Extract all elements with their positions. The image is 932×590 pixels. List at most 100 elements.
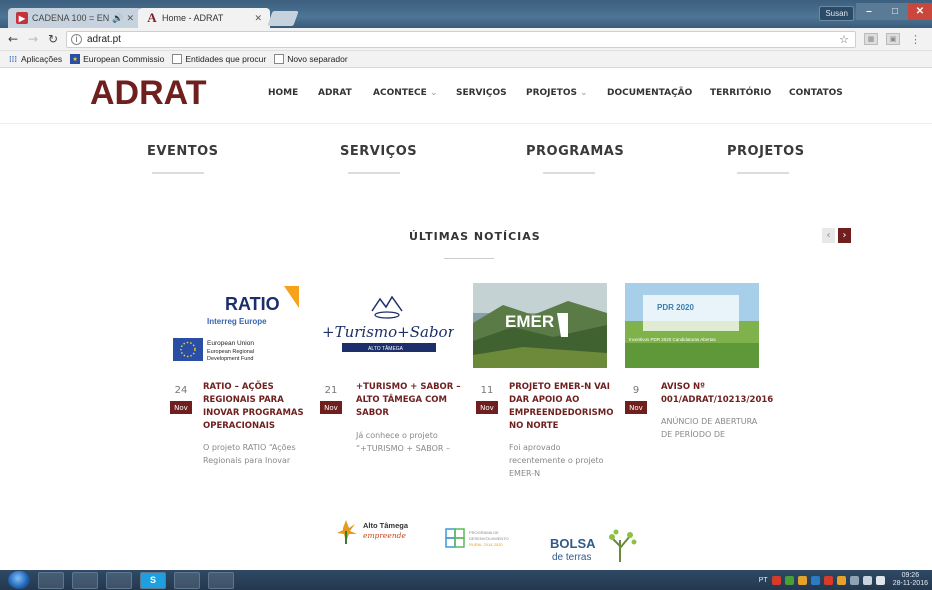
tab-label: Home - ADRAT: [162, 13, 224, 23]
news-thumbnail[interactable]: RATIO Interreg Europe European Union Eur…: [167, 283, 301, 368]
tray-app-icon[interactable]: [771, 575, 781, 585]
svg-text:European Regional: European Regional: [207, 349, 254, 355]
back-arrow-icon[interactable]: ←: [6, 32, 20, 46]
skype-icon[interactable]: S: [140, 571, 166, 589]
bookmark-star-icon[interactable]: ☆: [839, 33, 849, 46]
nav-contatos[interactable]: CONTATOS: [789, 88, 843, 98]
news-title[interactable]: AVISO Nº 001/ADRAT/10213/2016: [661, 381, 779, 407]
network-icon[interactable]: [849, 575, 859, 585]
media-player-icon[interactable]: [38, 571, 64, 589]
browser-menu-icon[interactable]: ⋮: [910, 33, 921, 46]
tray-app-icon[interactable]: [836, 575, 846, 585]
tab-close-icon[interactable]: ✕: [126, 13, 134, 24]
bookmark-novo-separador[interactable]: Novo separador: [274, 54, 348, 64]
tab-home-adrat[interactable]: A Home - ADRAT ✕: [138, 8, 270, 28]
reload-icon[interactable]: ↻: [46, 32, 60, 46]
tab-close-icon[interactable]: ✕: [254, 13, 262, 24]
nav-home[interactable]: HOME: [268, 88, 298, 98]
bookmark-label: Aplicações: [21, 54, 63, 64]
tray-app-icon[interactable]: [784, 575, 794, 585]
system-tray: PT 09:26 28-11-2016: [759, 570, 928, 590]
minimize-button[interactable]: –: [856, 3, 882, 20]
profile-button[interactable]: Susan: [819, 6, 854, 21]
adrat-logo[interactable]: ADRAT: [90, 74, 206, 113]
section-underline: [152, 172, 204, 174]
bookmark-label: Entidades que procur: [185, 54, 267, 64]
close-window-button[interactable]: ✕: [908, 3, 932, 20]
action-center-flag-icon[interactable]: [875, 575, 885, 585]
svg-text:RATIO: RATIO: [225, 294, 280, 314]
pdr-2020-logo[interactable]: PROGRAMA DE DESENVOLVIMENTO RURAL 2014-2…: [445, 523, 535, 551]
news-month-badge: Nov: [170, 401, 192, 414]
extension-icon[interactable]: ▣: [886, 33, 900, 45]
svg-text:BOLSA: BOLSA: [550, 536, 596, 551]
news-day: 9: [632, 385, 640, 396]
system-clock[interactable]: 09:26 28-11-2016: [893, 572, 928, 588]
news-thumbnail[interactable]: +Turismo+Sabor ALTO TÂMEGA: [320, 283, 454, 368]
chevron-down-icon: ⌄: [429, 88, 438, 98]
nav-projetos[interactable]: PROJETOS ⌄: [526, 88, 588, 98]
svg-text:Interreg Europe: Interreg Europe: [207, 317, 267, 326]
news-title[interactable]: RATIO – AÇÕES REGIONAIS PARA INOVAR PROG…: [203, 381, 315, 433]
nav-label: TERRITÓRIO: [710, 88, 772, 98]
svg-text:European Union: European Union: [207, 340, 254, 347]
news-thumbnail[interactable]: PDR 2020 Incentivos PDR 2020 Candidatura…: [625, 283, 759, 368]
tray-app-icon[interactable]: [810, 575, 820, 585]
nav-territorio[interactable]: TERRITÓRIO: [710, 88, 771, 98]
pdr-2020-logo-graphic: PROGRAMA DE DESENVOLVIMENTO RURAL 2014-2…: [445, 528, 509, 548]
extension-icon[interactable]: ▦: [864, 33, 878, 45]
bookmark-entidades[interactable]: Entidades que procur: [172, 54, 266, 64]
alto-tamega-empreende-logo[interactable]: Alto Tâmega empreende: [335, 516, 425, 546]
windows-start-button[interactable]: [8, 571, 30, 589]
windows-taskbar: S PT 09:26 28-11-2016: [0, 570, 932, 590]
section-eventos[interactable]: EVENTOS: [147, 144, 218, 159]
tab-label: CADENA 100 = EN I.: [32, 13, 110, 23]
nav-acontece[interactable]: ACONTECE ⌄: [373, 88, 437, 98]
url-text: adrat.pt: [87, 33, 121, 45]
carousel-prev-button[interactable]: ‹: [822, 228, 835, 243]
section-servicos[interactable]: SERVIÇOS: [340, 144, 417, 159]
new-tab-button[interactable]: [267, 11, 299, 26]
ratio-thumbnail-graphic: RATIO Interreg Europe European Union Eur…: [173, 286, 299, 362]
news-title[interactable]: PROJETO EMER-N VAI DAR APOIO AO EMPREEND…: [509, 381, 621, 433]
news-day: 24: [174, 385, 188, 396]
section-projetos[interactable]: PROJETOS: [727, 144, 805, 159]
bookmark-apps[interactable]: ⁞⁞⁞ Aplicações: [8, 54, 62, 64]
nav-adrat[interactable]: ADRAT: [318, 88, 352, 98]
address-bar[interactable]: i adrat.pt ☆: [66, 30, 856, 48]
bookmark-label: Novo separador: [287, 54, 348, 64]
news-excerpt: Já conhece o projeto “+TURISMO + SABOR –: [356, 431, 451, 453]
file-explorer-icon[interactable]: [72, 571, 98, 589]
chrome-icon[interactable]: [106, 571, 132, 589]
pdr-field-thumbnail-graphic: PDR 2020 Incentivos PDR 2020 Candidatura…: [625, 283, 759, 368]
bolsa-de-terras-logo[interactable]: BOLSA de terras: [550, 526, 645, 566]
browser-tab-strip: ▶ CADENA 100 = EN I. 🔊 ✕ A Home - ADRAT …: [0, 0, 932, 28]
tray-app-icon[interactable]: [823, 575, 833, 585]
svg-text:+Turismo+Sabor: +Turismo+Sabor: [322, 323, 454, 341]
maximize-button[interactable]: □: [882, 3, 908, 20]
nav-documentacao[interactable]: DOCUMENTAÇÃO: [607, 88, 692, 98]
news-day: 11: [480, 385, 494, 396]
news-thumbnail[interactable]: EMER: [473, 283, 607, 368]
chevron-down-icon: ⌄: [580, 88, 588, 98]
browser-toolbar: ← → ↻ i adrat.pt ☆ ▦ ▣ ⋮: [0, 28, 932, 51]
volume-icon[interactable]: [862, 575, 872, 585]
news-title[interactable]: +TURISMO + SABOR – ALTO TÂMEGA COM SABOR: [356, 381, 468, 420]
language-indicator[interactable]: PT: [759, 577, 768, 584]
paint-icon[interactable]: [208, 571, 234, 589]
header-divider: [0, 123, 932, 124]
clock-date: 28-11-2016: [892, 580, 928, 587]
site-info-icon[interactable]: i: [71, 33, 82, 45]
cadena-favicon-icon: ▶: [16, 12, 28, 24]
word-icon[interactable]: [174, 571, 200, 589]
tray-app-icon[interactable]: [797, 575, 807, 585]
tab-cadena100[interactable]: ▶ CADENA 100 = EN I. 🔊 ✕: [8, 8, 142, 28]
audio-icon: 🔊: [112, 12, 124, 23]
nav-label: ADRAT: [318, 88, 352, 98]
nav-servicos[interactable]: SERVIÇOS: [456, 88, 507, 98]
forward-arrow-icon[interactable]: →: [26, 32, 40, 46]
adrat-favicon-icon: A: [147, 10, 157, 25]
carousel-next-button[interactable]: ›: [838, 228, 851, 243]
bookmark-european-commission[interactable]: ★ European Commissio: [70, 54, 164, 64]
section-programas[interactable]: PROGRAMAS: [526, 144, 624, 159]
